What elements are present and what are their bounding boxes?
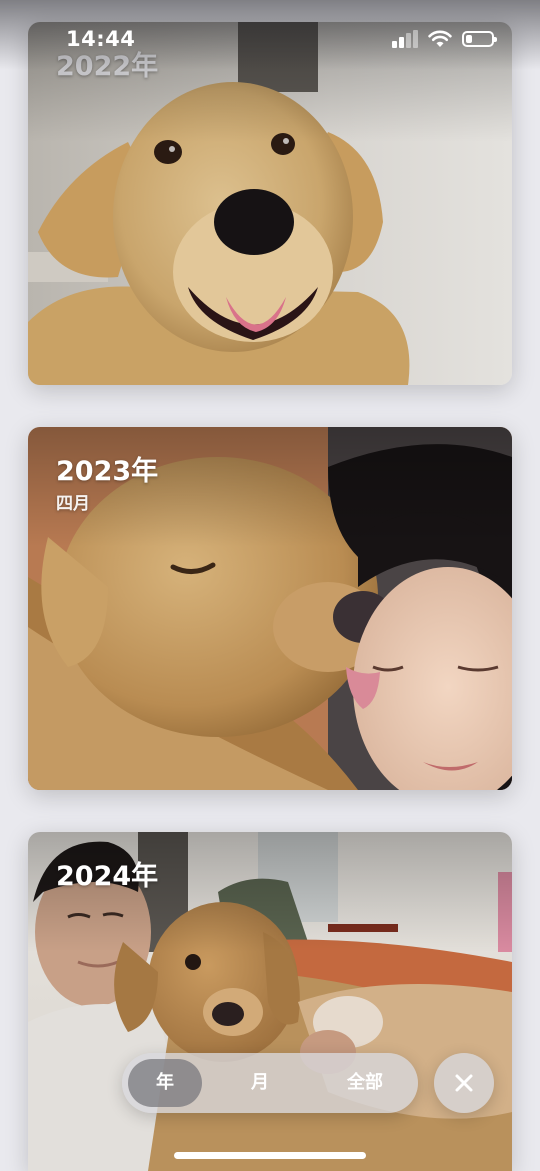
card-year-label: 2023年 (56, 456, 159, 487)
year-card-2023[interactable]: 2023年 四月 (28, 427, 512, 790)
status-bar: 14:44 (0, 0, 540, 70)
segment-year[interactable]: 年 (128, 1059, 202, 1107)
card-year-label: 2024年 (56, 861, 159, 892)
status-icons (392, 30, 497, 48)
status-time: 14:44 (66, 27, 136, 51)
card-month-label: 四月 (56, 494, 90, 514)
segment-month[interactable]: 月 (220, 1059, 300, 1107)
year-card-2022[interactable]: 2022年 (28, 22, 512, 385)
close-icon (455, 1074, 473, 1092)
close-button[interactable] (434, 1053, 494, 1113)
home-indicator[interactable] (174, 1152, 366, 1159)
battery-icon (462, 31, 497, 47)
wifi-icon (428, 30, 452, 47)
view-segmented-control: 年 月 全部 (122, 1053, 418, 1113)
year-card-2024[interactable]: 2024年 (28, 832, 512, 1171)
segment-all[interactable]: 全部 (318, 1059, 412, 1107)
cellular-signal-icon (392, 30, 418, 48)
